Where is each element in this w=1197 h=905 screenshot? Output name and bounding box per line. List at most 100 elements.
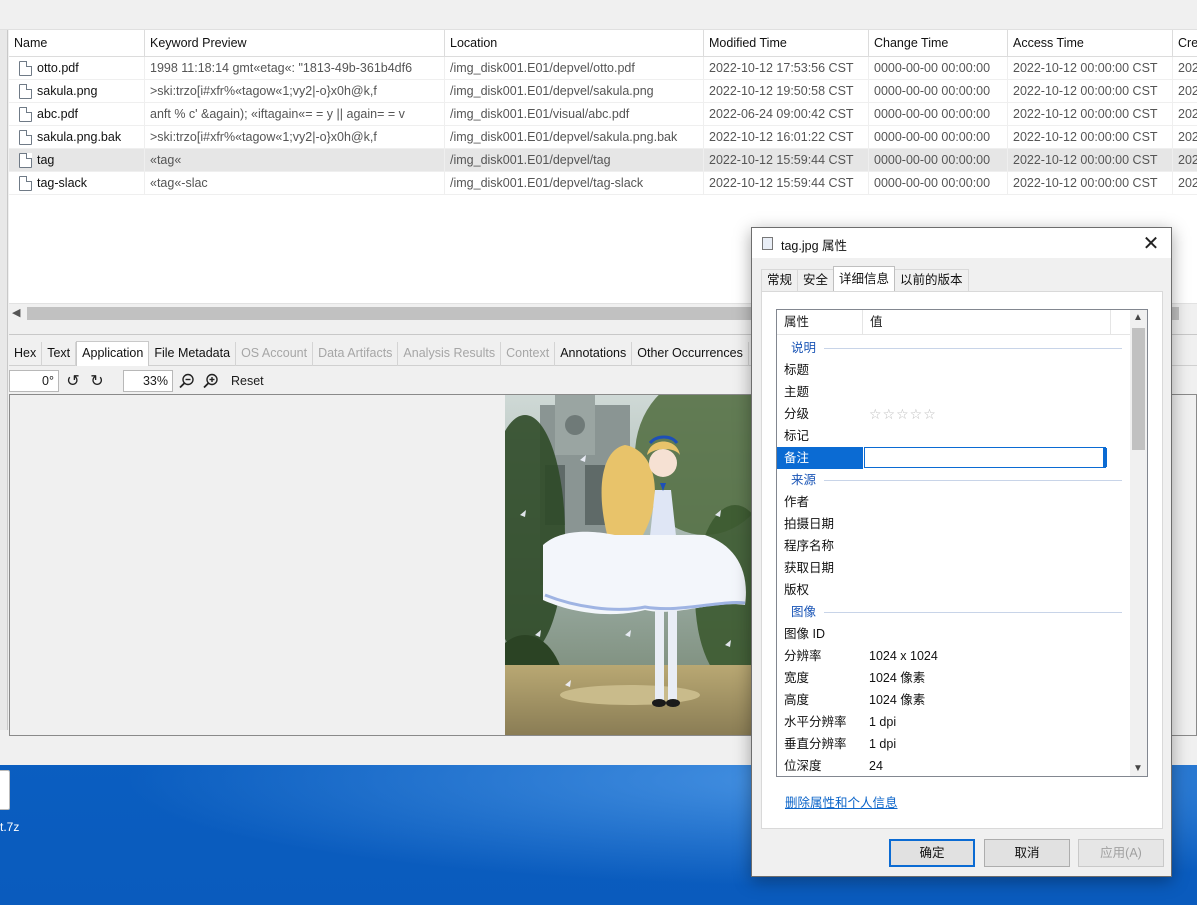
- row-created-time: 202: [1173, 126, 1197, 149]
- zoom-field[interactable]: 33%: [123, 369, 173, 392]
- property-group-label: 说明: [791, 341, 817, 355]
- property-name: 垂直分辨率: [784, 737, 847, 751]
- scroll-up-icon[interactable]: ▲: [1133, 312, 1143, 323]
- scroll-down-icon[interactable]: ▼: [1133, 763, 1143, 774]
- property-row[interactable]: 分辨率 1024 x 1024: [777, 645, 1132, 667]
- property-row[interactable]: 分级 ☆☆☆☆☆: [777, 403, 1132, 425]
- remove-properties-link[interactable]: 删除属性和个人信息: [785, 792, 898, 811]
- tab-general[interactable]: 常规: [761, 269, 799, 291]
- reset-button[interactable]: Reset: [227, 374, 268, 388]
- property-value: 24: [869, 759, 883, 773]
- zoom-out-icon[interactable]: [177, 371, 197, 391]
- property-row[interactable]: 宽度 1024 像素: [777, 667, 1132, 689]
- table-row[interactable]: sakula.png.bak >ski:trzo[i#xfr%«tagow«1;v…: [9, 126, 1197, 149]
- property-row[interactable]: 垂直分辨率 1 dpi: [777, 733, 1132, 755]
- tab-text[interactable]: Text: [42, 342, 77, 366]
- property-row[interactable]: 拍摄日期: [777, 513, 1132, 535]
- tab-application[interactable]: Application: [76, 341, 150, 366]
- tab-details[interactable]: 详细信息: [833, 266, 896, 291]
- property-name: 程序名称: [784, 539, 835, 553]
- column-header-change[interactable]: Change Time: [869, 30, 1008, 57]
- property-value: [863, 491, 869, 513]
- property-row[interactable]: 程序名称: [777, 535, 1132, 557]
- property-value: 1024 像素: [869, 693, 926, 707]
- property-row[interactable]: 标题: [777, 359, 1132, 381]
- tab-previous-versions[interactable]: 以前的版本: [894, 269, 969, 291]
- property-group[interactable]: 来源: [777, 469, 1132, 491]
- apply-button[interactable]: 应用(A): [1078, 839, 1164, 867]
- property-list-header: 属性 值: [777, 310, 1132, 335]
- column-header-keyword[interactable]: Keyword Preview: [145, 30, 445, 57]
- tab-hex[interactable]: Hex: [9, 342, 43, 366]
- property-value-input[interactable]: [864, 447, 1107, 468]
- table-row[interactable]: abc.pdf anft % c' &again); «iftagain«= = …: [9, 103, 1197, 126]
- property-group[interactable]: 说明: [777, 337, 1132, 359]
- table-header: Name Keyword Preview Location Modified T…: [9, 30, 1197, 57]
- property-name: 获取日期: [784, 561, 835, 575]
- table-row[interactable]: tag-slack «tag«-slac/img_disk001.E01/depv…: [9, 172, 1197, 195]
- group-divider: [824, 611, 1122, 613]
- tab-security[interactable]: 安全: [797, 269, 835, 291]
- table-row[interactable]: sakula.png >ski:trzo[i#xfr%«tagow«1;vy2|-…: [9, 80, 1197, 103]
- tab-annotations[interactable]: Annotations: [555, 342, 633, 366]
- property-row[interactable]: 版权: [777, 579, 1132, 601]
- row-keyword: anft % c' &again); «iftagain«= = y || ag…: [145, 103, 445, 126]
- vertical-scrollbar[interactable]: ▲ ▼: [1130, 310, 1147, 776]
- property-row[interactable]: 作者: [777, 491, 1132, 513]
- row-access-time: 2022-10-12 00:00:00 CST: [1008, 103, 1173, 126]
- property-row[interactable]: 标记: [777, 425, 1132, 447]
- row-location: /img_disk001.E01/depvel/otto.pdf: [445, 57, 704, 80]
- rotate-right-icon[interactable]: ↻: [87, 371, 107, 391]
- ok-button[interactable]: 确定: [889, 839, 975, 867]
- property-row[interactable]: 获取日期: [777, 557, 1132, 579]
- property-row[interactable]: 主题: [777, 381, 1132, 403]
- desktop-file-icon[interactable]: [0, 770, 14, 810]
- rotation-field[interactable]: 0°: [9, 369, 59, 392]
- file-icon: [19, 107, 32, 122]
- rating-stars[interactable]: ☆☆☆☆☆: [863, 403, 937, 425]
- tab-os-account: OS Account: [236, 342, 314, 366]
- tab-other-occurrences[interactable]: Other Occurrences: [632, 342, 749, 366]
- property-value: [863, 579, 869, 601]
- row-name: tag-slack: [9, 172, 145, 195]
- property-row[interactable]: 位深度 24: [777, 755, 1132, 776]
- anime-girl-image: [505, 395, 755, 735]
- column-header-access[interactable]: Access Time: [1008, 30, 1173, 57]
- column-header-name[interactable]: Name: [9, 30, 145, 57]
- table-row[interactable]: otto.pdf 1998 11:18:14 gmt«etag«: "1813-4…: [9, 57, 1197, 80]
- close-icon[interactable]: ✕: [1139, 231, 1163, 256]
- property-row[interactable]: 图像 ID: [777, 623, 1132, 645]
- property-group[interactable]: 图像: [777, 601, 1132, 623]
- group-divider: [824, 347, 1122, 349]
- table-body: otto.pdf 1998 11:18:14 gmt«etag«: "1813-4…: [9, 57, 1197, 195]
- row-keyword: 1998 11:18:14 gmt«etag«: "1813-49b-361b4…: [145, 57, 445, 80]
- column-header-modified[interactable]: Modified Time: [704, 30, 869, 57]
- column-header-value[interactable]: 值: [863, 310, 1111, 334]
- scroll-left-icon[interactable]: ◀: [12, 306, 20, 319]
- row-access-time: 2022-10-12 00:00:00 CST: [1008, 57, 1173, 80]
- property-name: 标记: [784, 429, 810, 443]
- row-access-time: 2022-10-12 00:00:00 CST: [1008, 80, 1173, 103]
- zoom-in-icon[interactable]: [201, 371, 221, 391]
- desktop-file-label[interactable]: t.7z: [0, 820, 19, 834]
- scrollbar-thumb[interactable]: [1132, 328, 1145, 450]
- table-row[interactable]: tag «tag«/img_disk001.E01/depvel/tag 2022-…: [9, 149, 1197, 172]
- tab-file-metadata[interactable]: File Metadata: [149, 342, 237, 366]
- row-modified-time: 2022-06-24 09:00:42 CST: [704, 103, 869, 126]
- column-header-property[interactable]: 属性: [777, 310, 863, 334]
- dialog-title: tag.jpg 属性: [781, 239, 848, 253]
- row-change-time: 0000-00-00 00:00:00: [869, 57, 1008, 80]
- row-modified-time: 2022-10-12 19:50:58 CST: [704, 80, 869, 103]
- property-name: 图像 ID: [784, 627, 825, 641]
- row-change-time: 0000-00-00 00:00:00: [869, 103, 1008, 126]
- property-name: 版权: [784, 583, 810, 597]
- column-header-location[interactable]: Location: [445, 30, 704, 57]
- row-name: sakula.png.bak: [9, 126, 145, 149]
- column-header-created[interactable]: Cre: [1173, 30, 1197, 57]
- property-row[interactable]: 备注: [777, 447, 1132, 469]
- cancel-button[interactable]: 取消: [984, 839, 1070, 867]
- rotate-left-icon[interactable]: ↺: [63, 371, 83, 391]
- row-created-time: 202: [1173, 57, 1197, 80]
- property-row[interactable]: 高度 1024 像素: [777, 689, 1132, 711]
- property-row[interactable]: 水平分辨率 1 dpi: [777, 711, 1132, 733]
